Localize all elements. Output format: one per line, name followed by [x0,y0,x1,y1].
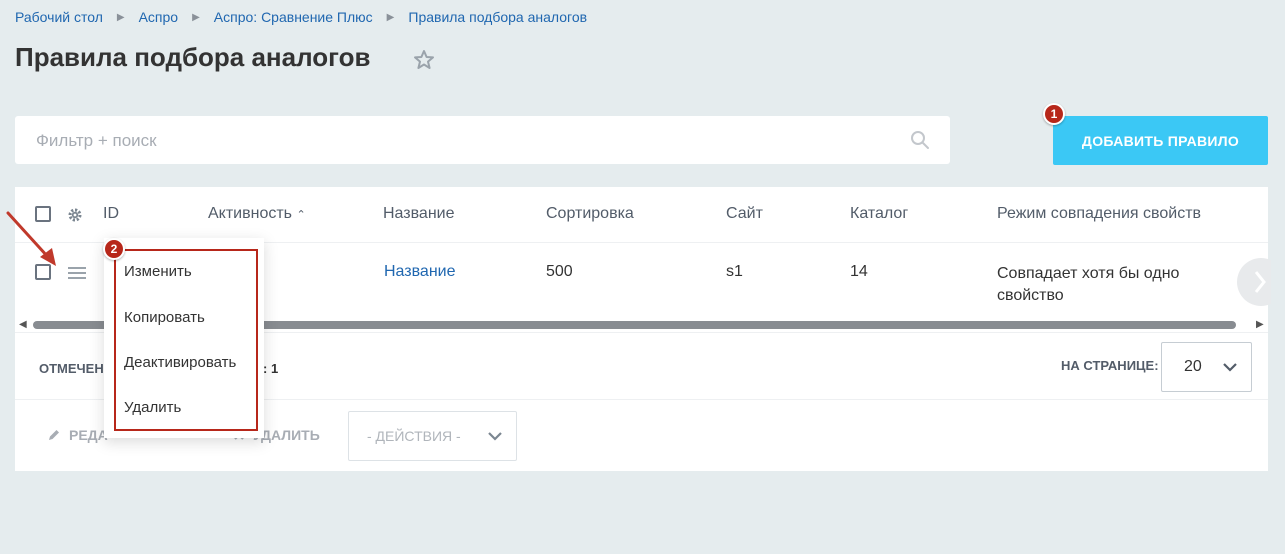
column-header-site[interactable]: Сайт [726,205,763,223]
page-title: Правила подбора аналогов [15,42,371,72]
chevron-down-icon [488,432,502,441]
annotation-arrow-icon [6,211,56,266]
column-header-id[interactable]: ID [103,205,119,223]
menu-item-delete[interactable]: Удалить [124,399,181,416]
scroll-left-icon[interactable]: ◀ [19,319,27,330]
menu-item-deactivate[interactable]: Деактивировать [124,354,236,371]
column-header-sort[interactable]: Сортировка [546,205,634,223]
filter-placeholder: Фильтр + поиск [36,131,157,150]
marked-count: : 1 [263,361,279,376]
breadcrumb-desktop[interactable]: Рабочий стол [15,9,103,25]
cell-catalog: 14 [850,263,868,280]
scroll-right-icon[interactable]: ▶ [1256,319,1264,330]
cell-site: s1 [726,263,743,280]
row-context-menu: Изменить Копировать Деактивировать Удали… [104,238,264,438]
chevron-down-icon [1223,363,1237,372]
actions-select[interactable]: - ДЕЙСТВИЯ - [348,411,517,461]
star-icon[interactable] [412,48,436,72]
column-header-catalog[interactable]: Каталог [850,205,908,223]
per-page-label: НА СТРАНИЦЕ: [1061,358,1159,373]
pencil-icon [49,430,59,440]
breadcrumb-current[interactable]: Правила подбора аналогов [408,9,587,25]
column-header-mode[interactable]: Режим совпадения свойств [997,205,1201,223]
filter-search-field[interactable]: Фильтр + поиск [15,116,950,164]
cell-sort: 500 [546,263,573,280]
sort-asc-icon: ⌃ [296,209,306,221]
step-marker-1: 1 [1043,103,1065,125]
chevron-right-icon: ▶ [192,11,200,23]
breadcrumb-aspro[interactable]: Аспро [139,9,179,25]
menu-item-copy[interactable]: Копировать [124,309,205,326]
menu-item-edit[interactable]: Изменить [124,263,192,280]
scroll-right-arrow-icon[interactable] [1223,245,1271,319]
marked-label: ОТМЕЧЕН [39,361,104,376]
search-icon[interactable] [910,130,930,150]
actions-select-value: - ДЕЙСТВИЯ - [367,428,461,444]
per-page-select[interactable]: 20 [1161,342,1252,392]
breadcrumb: Рабочий стол ▶ Аспро ▶ Аспро: Сравнение … [15,9,587,25]
breadcrumb-compare-plus[interactable]: Аспро: Сравнение Плюс [214,9,373,25]
edit-button-label: РЕДА [69,427,108,443]
cell-mode: Совпадает хотя бы одно свойство [997,265,1180,304]
step-marker-2: 2 [103,238,125,260]
grid-header: ID Активность ⌃ Название Сортировка Сайт… [15,187,1268,243]
column-header-active-label: Активность [208,205,293,222]
column-header-active[interactable]: Активность ⌃ [208,205,306,223]
column-header-name[interactable]: Название [383,205,455,223]
per-page-value: 20 [1184,358,1202,375]
chevron-right-icon: ▶ [386,11,395,23]
chevron-right-icon: ▶ [116,11,125,23]
edit-button[interactable]: РЕДА [47,427,108,443]
cell-name[interactable]: Название [384,263,456,281]
add-rule-button[interactable]: ДОБАВИТЬ ПРАВИЛО [1053,116,1268,165]
